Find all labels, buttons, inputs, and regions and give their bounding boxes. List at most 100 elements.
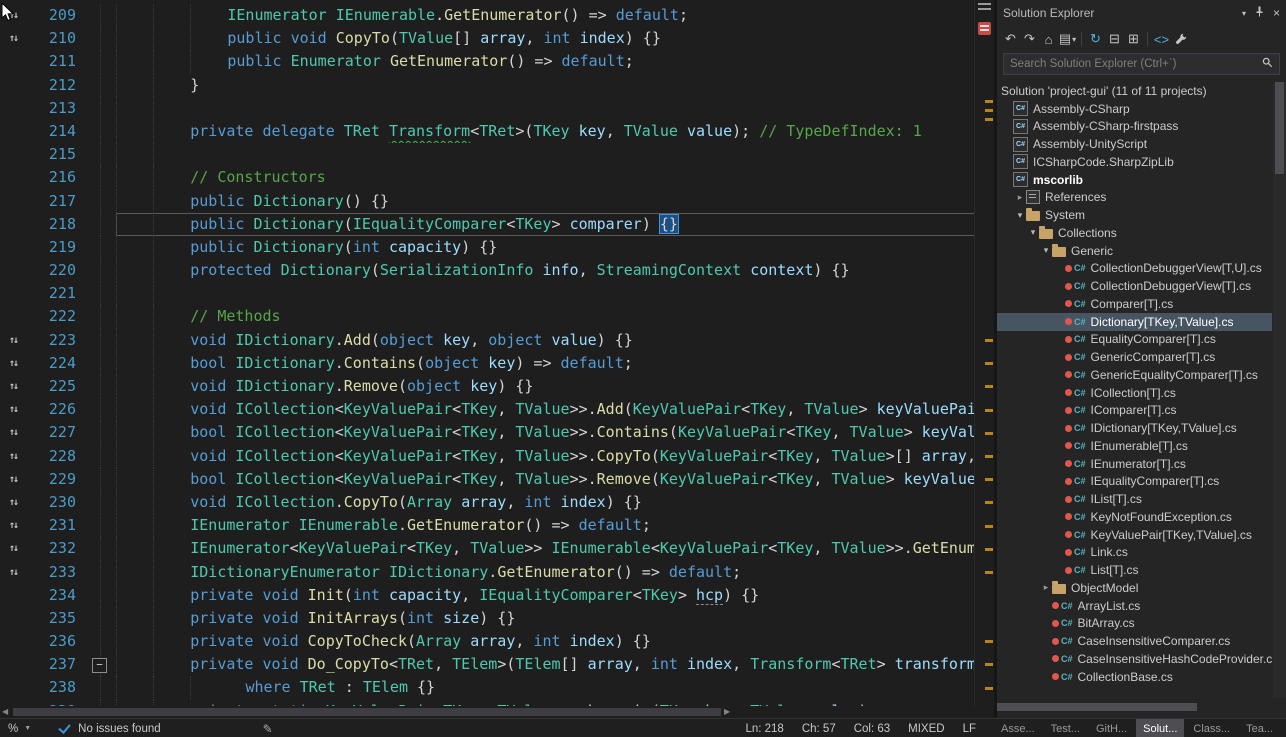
code-line-210[interactable]: ↑↓210public void CopyTo(TValue[] array, … [0, 27, 975, 50]
tree-item-arraylist-cs[interactable]: C#ArrayList.cs [997, 597, 1272, 615]
tree-item-dictionary-tkey-tvalue-cs[interactable]: C#Dictionary[TKey,TValue].cs [997, 313, 1272, 331]
window-menu-icon[interactable]: ▾ [1242, 9, 1246, 18]
code-line-233[interactable]: ↑↓233IDictionaryEnumerator IDictionary.G… [0, 561, 975, 584]
tree-item-system[interactable]: ▾System [997, 206, 1272, 224]
view-code-icon[interactable]: <> [1152, 30, 1171, 49]
tree-item-comparer-t-cs[interactable]: C#Comparer[T].cs [997, 295, 1272, 313]
code-line-231[interactable]: ↑↓231IEnumerator IEnumerable.GetEnumerat… [0, 514, 975, 537]
tree-item-ienumerable-t-cs[interactable]: C#IEnumerable[T].cs [997, 437, 1272, 455]
line-indicator[interactable]: Ln: 218 [745, 723, 783, 735]
home-icon[interactable]: ⌂ [1039, 30, 1058, 49]
tree-item-objectmodel[interactable]: ▸ObjectModel [997, 579, 1272, 597]
tree-item-genericequalitycomparer-t-cs[interactable]: C#GenericEqualityComparer[T].cs [997, 366, 1272, 384]
scroll-right-icon[interactable]: ▶ [724, 707, 730, 717]
code-line-216[interactable]: 216// Constructors [0, 166, 975, 189]
search-icon[interactable] [1262, 57, 1273, 71]
expanded-arrow-icon[interactable]: ▾ [1014, 210, 1026, 221]
tree-item-assembly-csharp-firstpass[interactable]: C#Assembly-CSharp-firstpass [997, 118, 1272, 136]
tree-item-assembly-unityscript[interactable]: C#Assembly-UnityScript [997, 135, 1272, 153]
code-line-238[interactable]: 238 where TRet : TElem {} [0, 676, 975, 699]
solution-explorer-titlebar[interactable]: Solution Explorer ▾ × [997, 0, 1286, 26]
editor-horizontal-scrollbar[interactable]: ◀ ▶ [0, 706, 994, 718]
tree-item-caseinsensitivecomparer-cs[interactable]: C#CaseInsensitiveComparer.cs [997, 632, 1272, 650]
code-line-232[interactable]: ↑↓232IEnumerator<KeyValuePair<TKey, TVal… [0, 537, 975, 560]
sync-active-document-icon[interactable]: ↻ [1086, 30, 1105, 49]
code-line-229[interactable]: ↑↓229bool ICollection<KeyValuePair<TKey,… [0, 468, 975, 491]
zoom-control[interactable]: % [8, 723, 18, 735]
code-line-222[interactable]: 222// Methods [0, 305, 975, 328]
tree-item-collectiondebuggerview-t-cs[interactable]: C#CollectionDebuggerView[T].cs [997, 277, 1272, 295]
back-icon[interactable]: ↶ [1001, 30, 1020, 49]
tree-item-collections[interactable]: ▾Collections [997, 224, 1272, 242]
tree-item-icollection-t-cs[interactable]: C#ICollection[T].cs [997, 384, 1272, 402]
horizontal-scroll-thumb[interactable] [13, 708, 721, 716]
tree-item-keyvaluepair-tkey-tvalue-cs[interactable]: C#KeyValuePair[TKey,TValue].cs [997, 526, 1272, 544]
tree-item-equalitycomparer-t-cs[interactable]: C#EqualityComparer[T].cs [997, 331, 1272, 349]
fold-collapse-button[interactable]: − [92, 658, 107, 673]
tree-item-collectiondebuggerview-t-u-cs[interactable]: C#CollectionDebuggerView[T,U].cs [997, 260, 1272, 278]
tree-item-references[interactable]: ▸References [997, 189, 1272, 207]
close-icon[interactable]: × [1273, 6, 1280, 20]
tree-item-ilist-t-cs[interactable]: C#IList[T].cs [997, 490, 1272, 508]
zoom-caret-icon[interactable]: ▼ [24, 725, 31, 732]
tree-item-caseinsensitivehashcodeprovider-cs[interactable]: C#CaseInsensitiveHashCodeProvider.cs [997, 650, 1272, 668]
code-line-220[interactable]: 220protected Dictionary(SerializationInf… [0, 259, 975, 282]
panel-tab-tea[interactable]: Tea... [1239, 719, 1280, 737]
tree-item-ienumerator-t-cs[interactable]: C#IEnumerator[T].cs [997, 455, 1272, 473]
tree-item-keynotfoundexception-cs[interactable]: C#KeyNotFoundException.cs [997, 508, 1272, 526]
show-all-files-icon[interactable]: ⊞ [1124, 30, 1143, 49]
expanded-arrow-icon[interactable]: ▾ [1040, 245, 1052, 256]
collapsed-arrow-icon[interactable]: ▸ [1014, 192, 1026, 203]
tree-item-link-cs[interactable]: C#Link.cs [997, 544, 1272, 562]
column-indicator[interactable]: Col: 63 [854, 723, 890, 735]
collapse-all-icon[interactable]: ⊟ [1105, 30, 1124, 49]
tree-item-bitarray-cs[interactable]: C#BitArray.cs [997, 615, 1272, 633]
collapsed-arrow-icon[interactable]: ▸ [1040, 582, 1052, 593]
panel-tab-asse[interactable]: Asse... [994, 719, 1042, 737]
tree-item-generic[interactable]: ▾Generic [997, 242, 1272, 260]
code-line-211[interactable]: 211public Enumerator GetEnumerator() => … [0, 50, 975, 73]
code-line-235[interactable]: 235private void InitArrays(int size) {} [0, 607, 975, 630]
code-line-219[interactable]: 219public Dictionary(int capacity) {} [0, 236, 975, 259]
tree-item-genericcomparer-t-cs[interactable]: C#GenericComparer[T].cs [997, 348, 1272, 366]
code-line-223[interactable]: ↑↓223void IDictionary.Add(object key, ob… [0, 329, 975, 352]
code-line-230[interactable]: ↑↓230void ICollection.CopyTo(Array array… [0, 491, 975, 514]
code-line-236[interactable]: 236private void CopyToCheck(Array array,… [0, 630, 975, 653]
panel-tab-test[interactable]: Test... [1044, 719, 1087, 737]
switch-views-icon[interactable]: ▤▾ [1058, 30, 1077, 49]
editor-vertical-scrollbar[interactable] [974, 0, 994, 706]
code-line-209[interactable]: ↑↓209IEnumerator IEnumerable.GetEnumerat… [0, 4, 975, 27]
expanded-arrow-icon[interactable]: ▾ [1027, 227, 1039, 238]
panel-tab-gith[interactable]: GitH... [1089, 719, 1134, 737]
tree-item-assembly-csharp[interactable]: C#Assembly-CSharp [997, 100, 1272, 118]
forward-icon[interactable]: ↷ [1020, 30, 1039, 49]
code-line-224[interactable]: ↑↓224bool IDictionary.Contains(object ke… [0, 352, 975, 375]
code-line-215[interactable]: 215 [0, 143, 975, 166]
eol-indicator[interactable]: LF [963, 723, 976, 735]
code-line-218[interactable]: 218public Dictionary(IEqualityComparer<T… [0, 213, 975, 236]
properties-icon[interactable] [1171, 30, 1190, 49]
tree-item-idictionary-tkey-tvalue-cs[interactable]: C#IDictionary[TKey,TValue].cs [997, 419, 1272, 437]
code-line-217[interactable]: 217public Dictionary() {} [0, 190, 975, 213]
code-line-228[interactable]: ↑↓228void ICollection<KeyValuePair<TKey,… [0, 445, 975, 468]
explorer-vertical-scrollbar[interactable] [1273, 82, 1286, 698]
code-line-214[interactable]: 214private delegate TRet Transform<TRet>… [0, 120, 975, 143]
tree-item-iequalitycomparer-t-cs[interactable]: C#IEqualityComparer[T].cs [997, 473, 1272, 491]
tree-item-list-t-cs[interactable]: C#List[T].cs [997, 561, 1272, 579]
explorer-horizontal-scrollbar[interactable] [997, 703, 1272, 712]
tree-item-icomparer-t-cs[interactable]: C#IComparer[T].cs [997, 402, 1272, 420]
code-line-226[interactable]: ↑↓226void ICollection<KeyValuePair<TKey,… [0, 398, 975, 421]
code-line-225[interactable]: ↑↓225void IDictionary.Remove(object key)… [0, 375, 975, 398]
character-indicator[interactable]: Ch: 57 [802, 723, 836, 735]
pin-icon[interactable] [1254, 6, 1265, 20]
code-line-221[interactable]: 221 [0, 282, 975, 305]
code-line-237[interactable]: 237−private void Do_CopyTo<TRet, TElem>(… [0, 653, 975, 676]
code-line-212[interactable]: 212} [0, 74, 975, 97]
tree-item-icsharpcode-sharpziplib[interactable]: C#ICSharpCode.SharpZipLib [997, 153, 1272, 171]
search-input[interactable]: Search Solution Explorer (Ctrl+`) [1003, 53, 1280, 75]
issues-status[interactable]: No issues found [78, 723, 160, 735]
tree-item-collectionbase-cs[interactable]: C#CollectionBase.cs [997, 668, 1272, 686]
code-line-213[interactable]: 213 [0, 97, 975, 120]
tree-item-mscorlib[interactable]: C#mscorlib [997, 171, 1272, 189]
panel-tab-solut[interactable]: Solut... [1136, 719, 1184, 737]
